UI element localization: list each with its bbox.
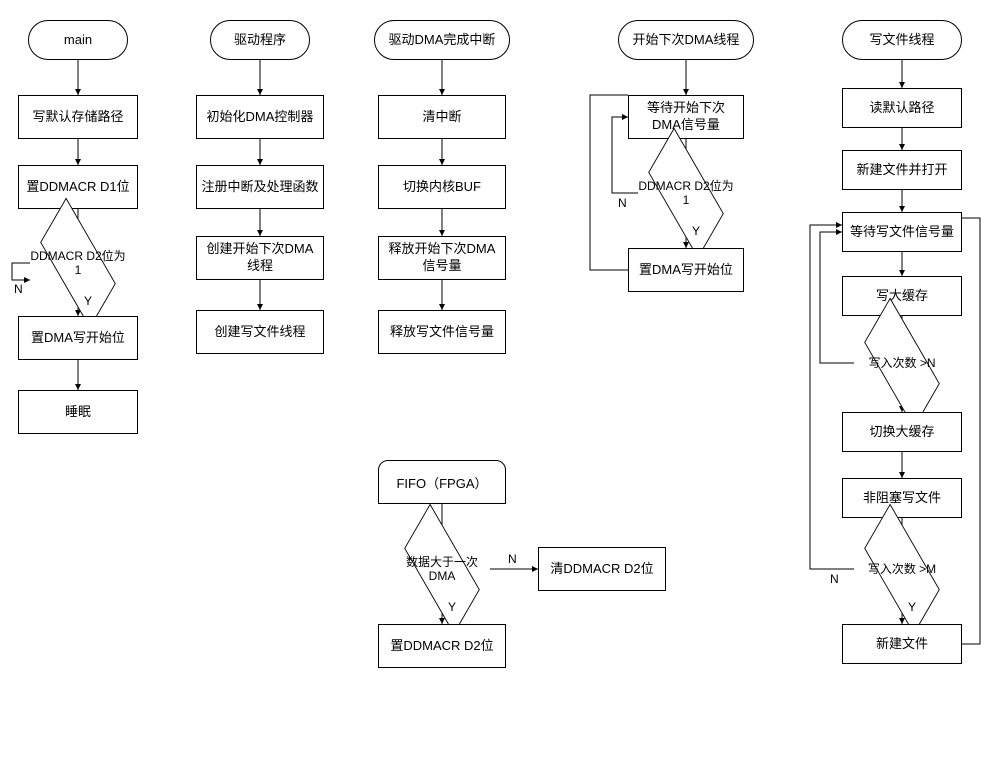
dma-int-start: 驱动DMA完成中断	[374, 20, 510, 60]
sleep-label: 睡眠	[65, 404, 91, 421]
clear-ddmacr-d2-label: 清DDMACR D2位	[550, 561, 653, 578]
write-default-path: 写默认存储路径	[18, 95, 138, 139]
new-file: 新建文件	[842, 624, 962, 664]
driver-start-label: 驱动程序	[234, 32, 286, 49]
read-default-path: 读默认路径	[842, 88, 962, 128]
main-start-label: main	[64, 32, 92, 49]
switch-big-cache: 切换大缓存	[842, 412, 962, 452]
write-file-start: 写文件线程	[842, 20, 962, 60]
wait-write-file-sem: 等待写文件信号量	[842, 212, 962, 252]
check-d2-2-label: DDMACR D2位为1	[638, 179, 734, 208]
data-gt-one-dma: 数据大于一次DMA	[394, 544, 490, 594]
set-ddmacr-d1-label: 置DDMACR D1位	[26, 179, 129, 196]
check-count-n-label: 写入次数 >N	[868, 356, 935, 370]
col5-no-label: N	[830, 572, 839, 586]
set-ddmacr-d2: 置DDMACR D2位	[378, 624, 506, 668]
create-write-file-thread-label: 创建写文件线程	[214, 324, 305, 341]
check-d2-2: DDMACR D2位为1	[638, 168, 734, 218]
col5-yes-label: Y	[908, 600, 916, 614]
driver-start: 驱动程序	[210, 20, 310, 60]
create-next-dma-thread-label: 创建开始下次DMA线程	[201, 241, 319, 275]
check-count-n: 写入次数 >N	[854, 338, 950, 388]
wait-write-file-sem-label: 等待写文件信号量	[850, 224, 954, 241]
release-next-dma-sem-label: 释放开始下次DMA信号量	[383, 241, 501, 275]
register-interrupt-label: 注册中断及处理函数	[201, 179, 318, 196]
clear-ddmacr-d2: 清DDMACR D2位	[538, 547, 666, 591]
register-interrupt: 注册中断及处理函数	[196, 165, 324, 209]
fpga-fifo-start-label: FIFO（FPGA）	[396, 473, 487, 492]
init-dma-controller: 初始化DMA控制器	[196, 95, 324, 139]
set-dma-write-start-2: 置DMA写开始位	[628, 248, 744, 292]
create-open-file-label: 新建文件并打开	[856, 162, 947, 179]
wait-next-dma-sem-label: 等待开始下次DMA信号量	[633, 100, 739, 134]
clear-interrupt-label: 清中断	[422, 109, 461, 126]
create-open-file: 新建文件并打开	[842, 150, 962, 190]
clear-interrupt: 清中断	[378, 95, 506, 139]
check-count-m-label: 写入次数 >M	[868, 562, 936, 576]
wait-next-dma-sem: 等待开始下次DMA信号量	[628, 95, 744, 139]
fpga-no-label: N	[508, 552, 517, 566]
fpga-fifo-start: FIFO（FPGA）	[378, 460, 506, 504]
set-ddmacr-d2-label: 置DDMACR D2位	[390, 638, 493, 655]
read-default-path-label: 读默认路径	[869, 100, 934, 117]
nonblock-write-file-label: 非阻塞写文件	[863, 490, 941, 507]
check-d2-1: DDMACR D2位为1	[30, 238, 126, 288]
set-ddmacr-d1: 置DDMACR D1位	[18, 165, 138, 209]
nonblock-write-file: 非阻塞写文件	[842, 478, 962, 518]
release-write-file-sem-label: 释放写文件信号量	[390, 324, 494, 341]
write-big-cache: 写大缓存	[842, 276, 962, 316]
main-start: main	[28, 20, 128, 60]
check-d2-1-label: DDMACR D2位为1	[30, 249, 126, 278]
new-file-label: 新建文件	[876, 636, 928, 653]
dma-int-start-label: 驱动DMA完成中断	[389, 32, 496, 49]
switch-big-cache-label: 切换大缓存	[869, 424, 934, 441]
data-gt-one-dma-label: 数据大于一次DMA	[394, 555, 490, 584]
set-dma-write-start-1-label: 置DMA写开始位	[31, 330, 125, 347]
next-dma-start-label: 开始下次DMA线程	[633, 32, 740, 49]
create-write-file-thread: 创建写文件线程	[196, 310, 324, 354]
release-next-dma-sem: 释放开始下次DMA信号量	[378, 236, 506, 280]
col4-yes-label: Y	[692, 224, 700, 238]
sleep: 睡眠	[18, 390, 138, 434]
switch-kernel-buf: 切换内核BUF	[378, 165, 506, 209]
write-default-path-label: 写默认存储路径	[32, 109, 123, 126]
col1-no-label: N	[14, 282, 23, 296]
col1-yes-label: Y	[84, 294, 92, 308]
release-write-file-sem: 释放写文件信号量	[378, 310, 506, 354]
fpga-yes-label: Y	[448, 600, 456, 614]
next-dma-start: 开始下次DMA线程	[618, 20, 754, 60]
col4-no-label: N	[618, 196, 627, 210]
set-dma-write-start-2-label: 置DMA写开始位	[639, 262, 733, 279]
write-file-start-label: 写文件线程	[869, 32, 934, 49]
set-dma-write-start-1: 置DMA写开始位	[18, 316, 138, 360]
write-big-cache-label: 写大缓存	[876, 288, 928, 305]
init-dma-controller-label: 初始化DMA控制器	[207, 109, 314, 126]
switch-kernel-buf-label: 切换内核BUF	[403, 179, 481, 196]
create-next-dma-thread: 创建开始下次DMA线程	[196, 236, 324, 280]
check-count-m: 写入次数 >M	[854, 544, 950, 594]
